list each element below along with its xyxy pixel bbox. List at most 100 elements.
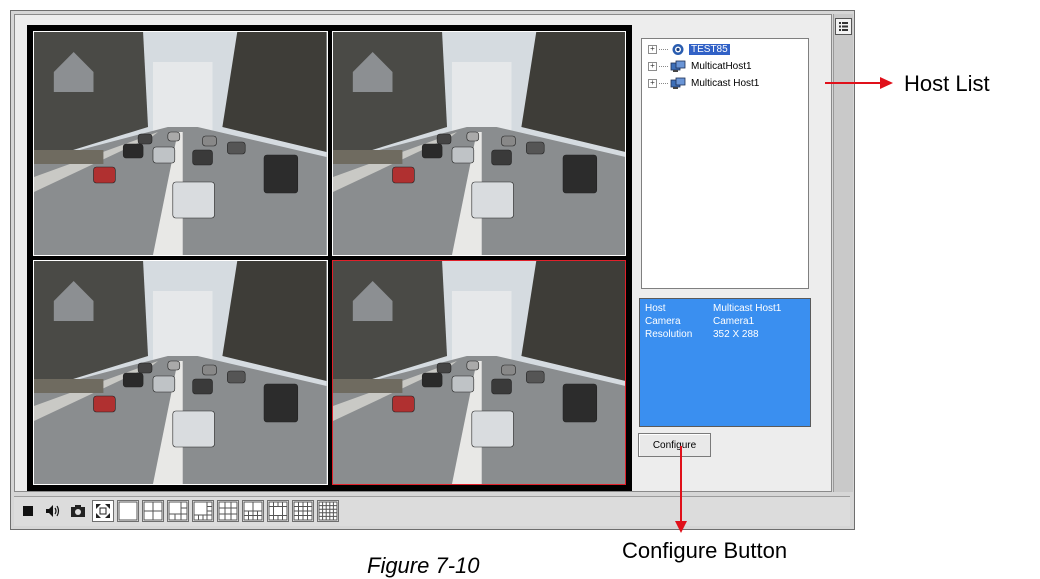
- car: [500, 135, 516, 147]
- tree-connector: [659, 83, 668, 84]
- car: [202, 364, 217, 376]
- layout-13-button[interactable]: [267, 500, 289, 522]
- video-area: [27, 25, 632, 491]
- car: [562, 154, 597, 194]
- street-scene-image: [332, 261, 625, 484]
- host-label[interactable]: Multicast Host1: [689, 78, 761, 89]
- car: [436, 362, 451, 374]
- expand-icon[interactable]: +: [648, 62, 657, 71]
- camera-view-4[interactable]: [331, 260, 626, 485]
- host-label[interactable]: MulticatHost1: [689, 61, 754, 72]
- expand-icon[interactable]: +: [648, 45, 657, 54]
- layout-9-icon: [218, 501, 238, 521]
- figure-caption: Figure 7-10: [367, 553, 480, 578]
- configure-button-callout: Configure Button: [622, 538, 788, 563]
- layout-16-button[interactable]: [292, 500, 314, 522]
- railing: [34, 150, 104, 164]
- snapshot-icon: [71, 505, 85, 517]
- layout-16-icon: [293, 501, 313, 521]
- camera-info-panel: Host Multicast Host1 Camera Camera1 Reso…: [639, 298, 811, 427]
- car: [93, 395, 116, 413]
- car: [192, 149, 213, 166]
- camera-view-2[interactable]: [331, 31, 626, 256]
- car: [263, 154, 299, 194]
- info-key: Resolution: [645, 329, 693, 340]
- network-host-icon: [670, 77, 686, 89]
- car: [391, 166, 415, 184]
- viewer-window: + TEST85 + MulticatHost1 + Multicast Hos…: [10, 10, 855, 530]
- car: [451, 146, 474, 164]
- street-scene-image: [34, 32, 327, 255]
- info-row: Camera Camera1: [645, 315, 805, 328]
- car: [421, 143, 442, 159]
- layout-6-icon: [168, 501, 188, 521]
- snapshot-button[interactable]: [67, 500, 89, 522]
- haze: [152, 62, 213, 132]
- car: [525, 141, 544, 155]
- camera-view-3[interactable]: [33, 260, 328, 485]
- car: [227, 370, 246, 384]
- car: [122, 143, 144, 159]
- stop-button[interactable]: [17, 500, 39, 522]
- car: [471, 410, 514, 448]
- layout-1-icon: [118, 501, 138, 521]
- layout-9-button[interactable]: [217, 500, 239, 522]
- layout-6-button[interactable]: [167, 500, 189, 522]
- stop-icon: [23, 506, 33, 516]
- car: [421, 372, 442, 388]
- street-scene-image: [332, 32, 625, 255]
- host-item[interactable]: + MulticatHost1: [642, 58, 808, 75]
- fullscreen-icon: [96, 504, 110, 518]
- configure-button[interactable]: Configure: [638, 433, 711, 457]
- car: [466, 131, 479, 142]
- fullscreen-button[interactable]: [92, 500, 114, 522]
- layout-25-icon: [318, 501, 338, 521]
- car: [466, 360, 479, 371]
- layout-25-button[interactable]: [317, 500, 339, 522]
- layout-1-button[interactable]: [117, 500, 139, 522]
- info-row: Host Multicast Host1: [645, 302, 805, 315]
- layout-13-icon: [268, 501, 288, 521]
- host-label[interactable]: TEST85: [689, 44, 730, 55]
- car: [192, 378, 213, 395]
- layout-8-button[interactable]: [192, 500, 214, 522]
- car: [152, 146, 176, 164]
- car: [490, 378, 512, 395]
- video-grid: [33, 31, 626, 485]
- host-item[interactable]: + Multicast Host1: [642, 75, 808, 92]
- car: [263, 383, 299, 423]
- network-host-icon: [670, 60, 686, 72]
- info-row: Resolution 352 X 288: [645, 328, 805, 341]
- volume-icon: [46, 505, 60, 517]
- side-strip: [833, 14, 853, 492]
- layout-4-icon: [143, 501, 163, 521]
- car: [562, 383, 597, 423]
- volume-button[interactable]: [42, 500, 64, 522]
- layout-4-button[interactable]: [142, 500, 164, 522]
- camera-view-1[interactable]: [33, 31, 328, 256]
- car: [436, 133, 451, 145]
- layout-10-button[interactable]: [242, 500, 264, 522]
- expand-icon[interactable]: +: [648, 79, 657, 88]
- host-list[interactable]: + TEST85 + MulticatHost1 + Multicast Hos…: [641, 38, 809, 289]
- host-item[interactable]: + TEST85: [642, 41, 808, 58]
- railing: [332, 150, 402, 164]
- menu-button[interactable]: [835, 18, 852, 35]
- car: [202, 135, 217, 147]
- tree-connector: [659, 66, 668, 67]
- layout-8-icon: [193, 501, 213, 521]
- haze: [451, 62, 511, 132]
- info-key: Host: [645, 303, 666, 314]
- railing: [34, 379, 104, 393]
- host-list-arrow-head: [880, 77, 893, 89]
- car: [500, 364, 516, 376]
- car: [525, 370, 544, 384]
- car: [451, 375, 474, 393]
- car: [490, 149, 512, 166]
- car: [137, 133, 153, 145]
- bottom-toolbar: [14, 496, 850, 526]
- main-panel: + TEST85 + MulticatHost1 + Multicast Hos…: [14, 14, 832, 492]
- info-value: 352 X 288: [713, 329, 759, 340]
- layout-10-icon: [243, 501, 263, 521]
- haze: [152, 291, 213, 361]
